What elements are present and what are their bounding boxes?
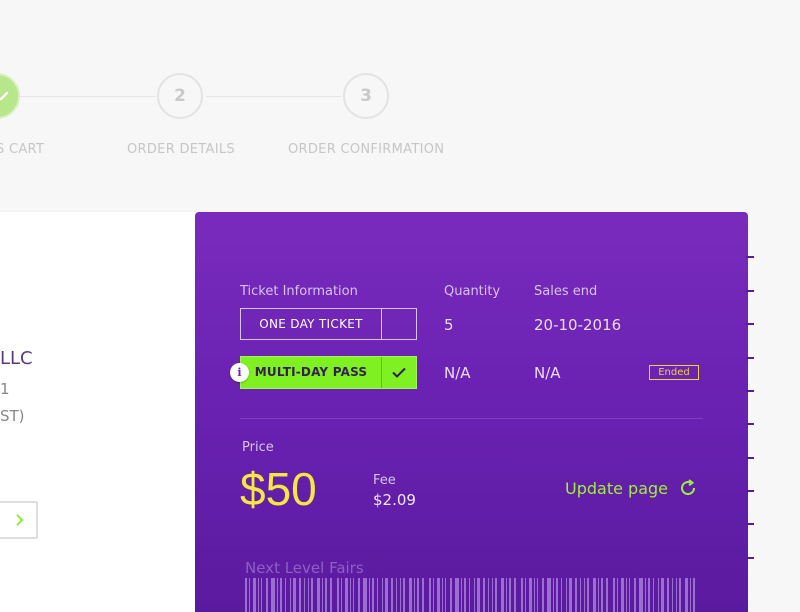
fee-value: $2.09 [373,491,416,509]
quantity-value: N/A [444,364,471,382]
event-info-card [0,212,210,612]
info-icon[interactable]: i [230,363,249,382]
ticket-option-one-day[interactable]: ONE DAY TICKET [240,308,417,340]
check-icon [0,91,9,101]
step-1-label: S CART [0,142,45,157]
perforation-mark [746,390,754,392]
price-label: Price [242,440,274,455]
header-quantity: Quantity [444,284,501,299]
chevron-right-icon [16,514,24,526]
sales-end-value: 20-10-2016 [534,316,622,334]
update-page-label: Update page [565,478,668,498]
step-connector [20,96,156,97]
perforation-mark [746,256,754,258]
quantity-value: 5 [444,316,454,334]
barcode [245,578,695,612]
ticket-option-label: MULTI-DAY PASS [241,357,382,388]
ticket-option-multi-day[interactable]: MULTI-DAY PASS [240,356,417,389]
sales-end-value: N/A [534,364,561,382]
status-badge: Ended [649,365,699,380]
header-sales-end: Sales end [534,284,598,299]
company-name: LLC [0,348,33,369]
fee-label: Fee [373,473,396,488]
step-2-label: ORDER DETAILS [127,142,235,157]
perforation-mark [746,490,754,492]
next-button[interactable] [0,501,38,539]
divider [240,418,703,419]
check-icon [392,367,406,378]
step-3-label: ORDER CONFIRMATION [288,142,445,157]
ticket-select-checkbox[interactable] [382,367,416,378]
ticket-panel: Ticket Information Quantity Sales end ON… [195,212,754,612]
ticket-option-label: ONE DAY TICKET [241,309,382,339]
perforation-mark [746,457,754,459]
price-value: $50 [240,463,317,515]
refresh-icon [681,479,696,496]
perforation-mark [746,557,754,559]
company-detail: 1 [0,380,10,398]
header-ticket-information: Ticket Information [240,284,358,299]
step-1-circle[interactable] [0,73,20,119]
perforation-mark [746,423,754,425]
perforation-mark [746,323,754,325]
step-2-circle[interactable]: 2 [157,73,203,119]
step-connector [206,96,342,97]
brand-name: Next Level Fairs [245,559,364,577]
company-timezone: ST) [0,407,25,425]
update-page-button[interactable]: Update page [565,478,698,498]
perforation-mark [746,357,754,359]
perforation-mark [746,523,754,525]
step-3-circle[interactable]: 3 [343,73,389,119]
perforation-mark [746,290,754,292]
